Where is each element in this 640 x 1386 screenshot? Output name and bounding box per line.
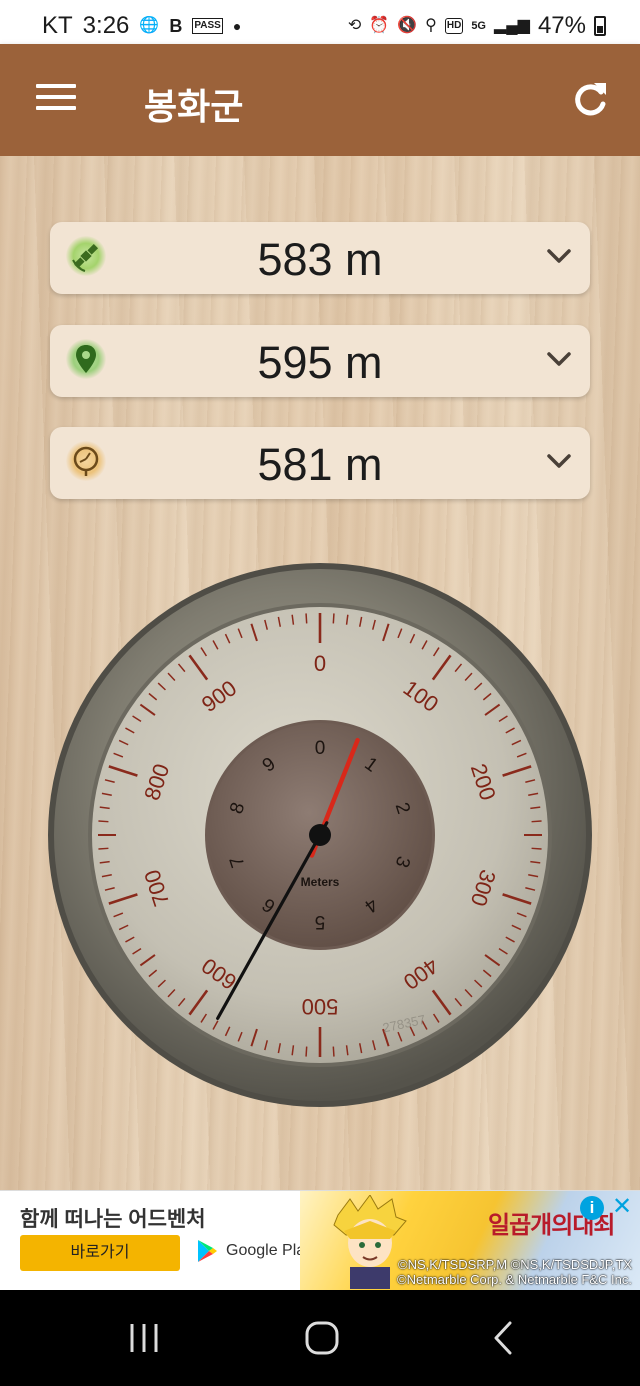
unit-label: Meters xyxy=(301,875,340,889)
notification-dot-icon: ● xyxy=(232,18,242,34)
battery-icon xyxy=(594,16,606,36)
location-altitude-value: 595 m xyxy=(257,337,383,388)
reading-card-barometer[interactable]: 581 m xyxy=(50,427,590,499)
outer-scale-label: 500 xyxy=(302,994,339,1019)
outer-scale-label: 0 xyxy=(314,651,326,676)
system-nav-bar xyxy=(0,1290,640,1386)
page-title: 봉화군 xyxy=(144,86,244,127)
reading-card-location[interactable]: 595 m xyxy=(50,325,590,397)
signal-icon: ▂▄▆ xyxy=(494,17,530,34)
inner-scale-label: 0 xyxy=(315,738,326,759)
pass-app-icon: PASS xyxy=(192,18,223,34)
outer-scale-tick xyxy=(98,820,109,823)
refresh-icon[interactable] xyxy=(570,80,610,120)
outer-scale-tick xyxy=(332,1046,335,1057)
battery-percent: 47% xyxy=(537,12,586,39)
inner-scale-label: 5 xyxy=(315,911,326,932)
chevron-down-icon[interactable] xyxy=(546,246,572,266)
recent-apps-icon[interactable] xyxy=(124,1318,164,1358)
status-bar: KT 3:26 🌐 B PASS ● ⟲ ⏰ 🔇 ⚲ HD 5G ▂▄▆ 47% xyxy=(0,0,640,44)
ad-info-icon[interactable]: i xyxy=(580,1196,604,1220)
alarm-icon: ⏰ xyxy=(369,17,390,34)
ad-headline: 함께 떠나는 어드벤처 xyxy=(20,1208,206,1231)
carrier-label: KT xyxy=(42,12,73,39)
ad-cta-button[interactable]: 바로가기 xyxy=(20,1235,180,1271)
globe-icon: 🌐 xyxy=(139,17,160,34)
reading-card-gps[interactable]: 583 m xyxy=(50,222,590,294)
network-type-icon: 5G xyxy=(471,20,486,32)
mute-icon: 🔇 xyxy=(397,17,418,34)
ad-banner[interactable]: 함께 떠나는 어드벤처 바로가기 Google Play 일곱개의대죄 ©NS,… xyxy=(0,1190,640,1290)
needle-hub xyxy=(309,824,331,846)
chevron-down-icon[interactable] xyxy=(546,349,572,369)
ad-close-icon[interactable]: ✕ xyxy=(610,1194,634,1220)
outer-scale-tick xyxy=(305,613,308,624)
google-play-icon xyxy=(198,1240,217,1262)
chevron-down-icon[interactable] xyxy=(546,451,572,471)
clock: 3:26 xyxy=(82,12,130,39)
altimeter-gauge: 0 100 200 300 400 500 600 700 800 900 0123456789 … xyxy=(45,560,595,1110)
outer-scale-tick xyxy=(332,613,335,624)
hamburger-menu-icon[interactable] xyxy=(36,84,76,114)
outer-scale-tick xyxy=(98,847,109,850)
outer-scale-tick xyxy=(305,1046,308,1057)
home-icon[interactable] xyxy=(302,1318,342,1358)
b-app-icon: B xyxy=(169,16,183,36)
gps-altitude-value: 583 m xyxy=(257,234,383,285)
outer-scale-tick xyxy=(531,847,542,850)
barometer-altitude-value: 581 m xyxy=(257,439,383,490)
sync-icon: ⟲ xyxy=(347,17,362,34)
ad-copyright-line: ©Netmarble Corp. & Netmarble F&C Inc. xyxy=(397,1272,632,1287)
ad-copyright: ©NS,K/TSDSRP,M ©NS,K/TSDSDJP,TX ©Netmarb… xyxy=(397,1257,632,1287)
hd-voice-icon: HD xyxy=(444,18,464,34)
location-status-icon: ⚲ xyxy=(425,17,437,34)
back-icon[interactable] xyxy=(484,1318,524,1358)
ad-copyright-line: ©NS,K/TSDSRP,M ©NS,K/TSDSDJP,TX xyxy=(398,1257,632,1272)
app-bar: 봉화군 xyxy=(0,44,640,156)
outer-scale-tick xyxy=(531,820,542,823)
ad-store-badge[interactable]: Google Play xyxy=(196,1239,313,1263)
